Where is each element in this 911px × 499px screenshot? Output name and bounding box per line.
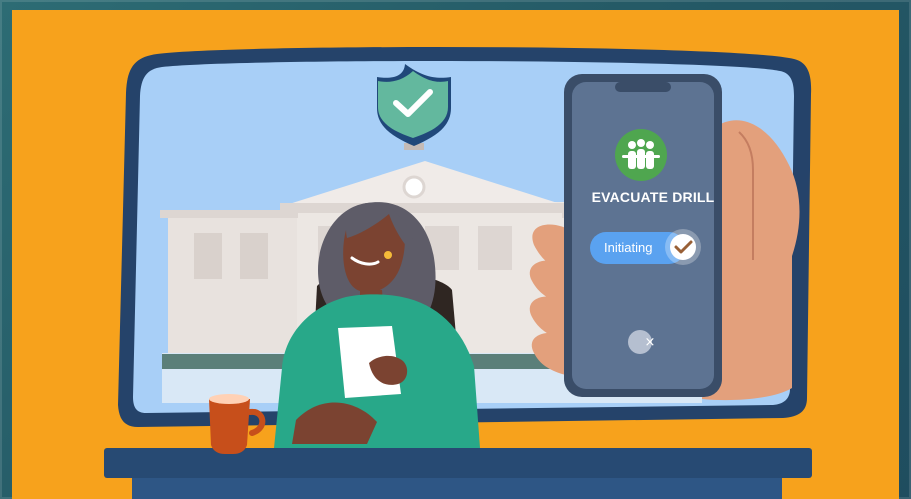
illustration-scene: EVACUATE DRILL Initiating × [0,0,911,499]
desk-top [104,448,812,478]
illustration-svg [104,47,812,499]
close-icon[interactable]: × [640,333,660,353]
orange-background-panel: EVACUATE DRILL Initiating × [12,10,899,499]
evacuate-drill-title: EVACUATE DRILL [591,189,715,205]
initiating-status: Initiating [604,240,653,255]
desk-front [132,478,782,499]
